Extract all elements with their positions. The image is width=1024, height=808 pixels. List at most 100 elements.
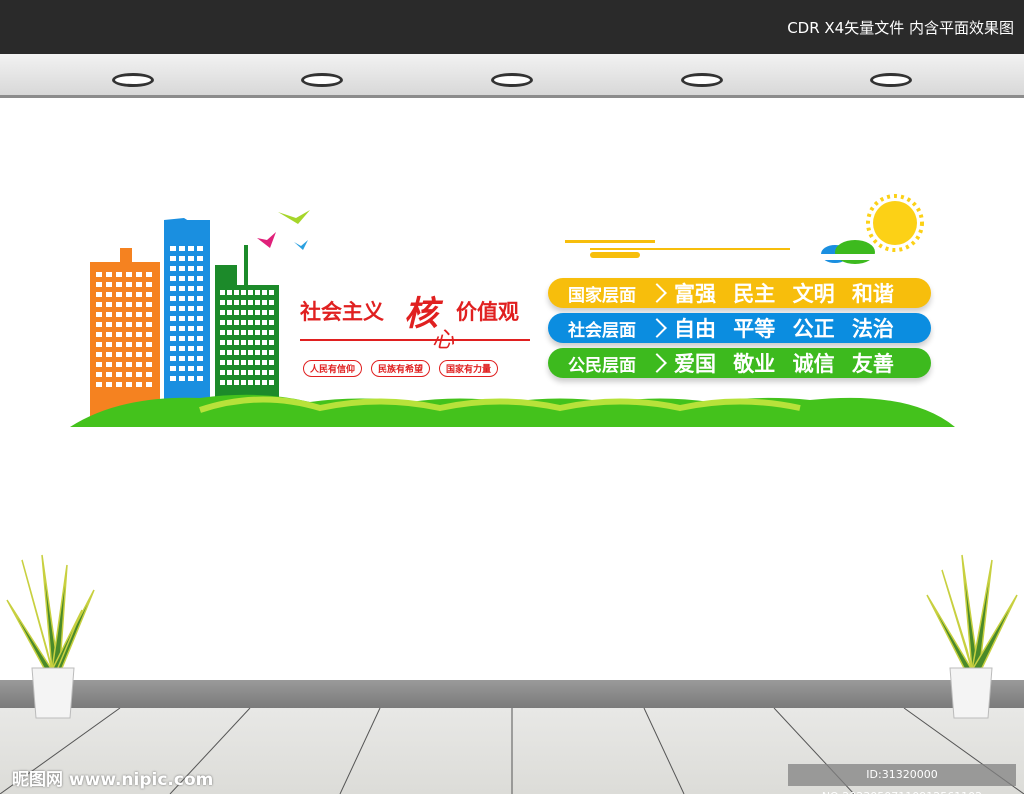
building-window [116, 352, 122, 357]
building-window [262, 360, 267, 365]
building-window [255, 370, 260, 375]
building-window [269, 300, 274, 305]
building-window [197, 296, 203, 301]
building-window [248, 340, 253, 345]
building-window [126, 332, 132, 337]
building-window [255, 380, 260, 385]
building-window [269, 310, 274, 315]
building-window [241, 300, 246, 305]
cloud-lines [565, 240, 790, 258]
building-window [126, 342, 132, 347]
building-window [136, 372, 142, 377]
building-window [227, 290, 232, 295]
building-window [146, 332, 152, 337]
building-window [146, 352, 152, 357]
watermark-id: ID:31320000 NO:20230507110912561102 [788, 764, 1016, 803]
building-window [136, 292, 142, 297]
level-label: 国家层面 [568, 285, 636, 306]
watermark-logo: 昵图网 www.nipic.com [12, 770, 214, 790]
building-window [227, 310, 232, 315]
building-window [220, 350, 225, 355]
building-window [262, 300, 267, 305]
building-window [170, 336, 176, 341]
building-window [188, 356, 194, 361]
building-window [262, 330, 267, 335]
building-window [269, 360, 274, 365]
file-caption: CDR X4矢量文件 内含平面效果图 [787, 19, 1014, 37]
building-window [116, 362, 122, 367]
building-window [116, 322, 122, 327]
building-window [188, 346, 194, 351]
building-window [227, 330, 232, 335]
slogan-pill: 人民有信仰 [303, 360, 363, 377]
building-window [170, 316, 176, 321]
birds-icon [257, 210, 310, 250]
building-window [188, 286, 194, 291]
building-window [106, 312, 112, 317]
building-window [248, 300, 253, 305]
level-bar-nation: 国家层面 富强 民主 文明 和谐 [548, 278, 931, 308]
building-window [227, 340, 232, 345]
building-window [116, 272, 122, 277]
ceiling-light [681, 73, 723, 87]
building-window [227, 350, 232, 355]
building-window [241, 360, 246, 365]
level-bar-citizen: 公民层面 爱国 敬业 诚信 友善 [548, 348, 931, 378]
building-window [188, 276, 194, 281]
building-window [146, 322, 152, 327]
building-window [96, 332, 102, 337]
potted-plant-right [926, 554, 1018, 719]
building-window [197, 376, 203, 381]
ceiling-light [112, 73, 154, 87]
building-window [116, 292, 122, 297]
building-window [96, 372, 102, 377]
building-window [234, 300, 239, 305]
building-window [248, 310, 253, 315]
building-window [197, 246, 203, 251]
building-window [262, 320, 267, 325]
building-window [106, 382, 112, 387]
slogan-row: 人民有信仰 民族有希望 国家有力量 [303, 360, 499, 377]
building-window [248, 320, 253, 325]
building-window [179, 376, 185, 381]
building-window [255, 290, 260, 295]
building-window [269, 290, 274, 295]
building-window [197, 336, 203, 341]
building-window [126, 372, 132, 377]
building-window [188, 266, 194, 271]
skirting [0, 680, 1024, 708]
building-window [179, 346, 185, 351]
building-window [234, 310, 239, 315]
building-window [136, 322, 142, 327]
building-window [227, 380, 232, 385]
building-window [126, 282, 132, 287]
building-window [179, 316, 185, 321]
building-window [188, 306, 194, 311]
building-window [116, 372, 122, 377]
building-window [179, 246, 185, 251]
building-window [269, 380, 274, 385]
building-window [188, 246, 194, 251]
building-window [136, 342, 142, 347]
building-window [234, 360, 239, 365]
building-window [241, 380, 246, 385]
building-window [136, 272, 142, 277]
building-window [269, 350, 274, 355]
building-window [255, 360, 260, 365]
building-window [220, 370, 225, 375]
building-window [170, 346, 176, 351]
building-window [106, 322, 112, 327]
building-window [106, 352, 112, 357]
building-window [146, 272, 152, 277]
top-bar: CDR X4矢量文件 内含平面效果图 [0, 0, 1024, 54]
potted-plant-left [6, 554, 95, 719]
building-window [197, 256, 203, 261]
building-window [262, 370, 267, 375]
building-window [179, 306, 185, 311]
building-window [234, 370, 239, 375]
level-bar-society: 社会层面 自由 平等 公正 法治 [548, 313, 931, 343]
building-window [170, 246, 176, 251]
building-window [136, 302, 142, 307]
building-window [106, 282, 112, 287]
building-window [269, 330, 274, 335]
